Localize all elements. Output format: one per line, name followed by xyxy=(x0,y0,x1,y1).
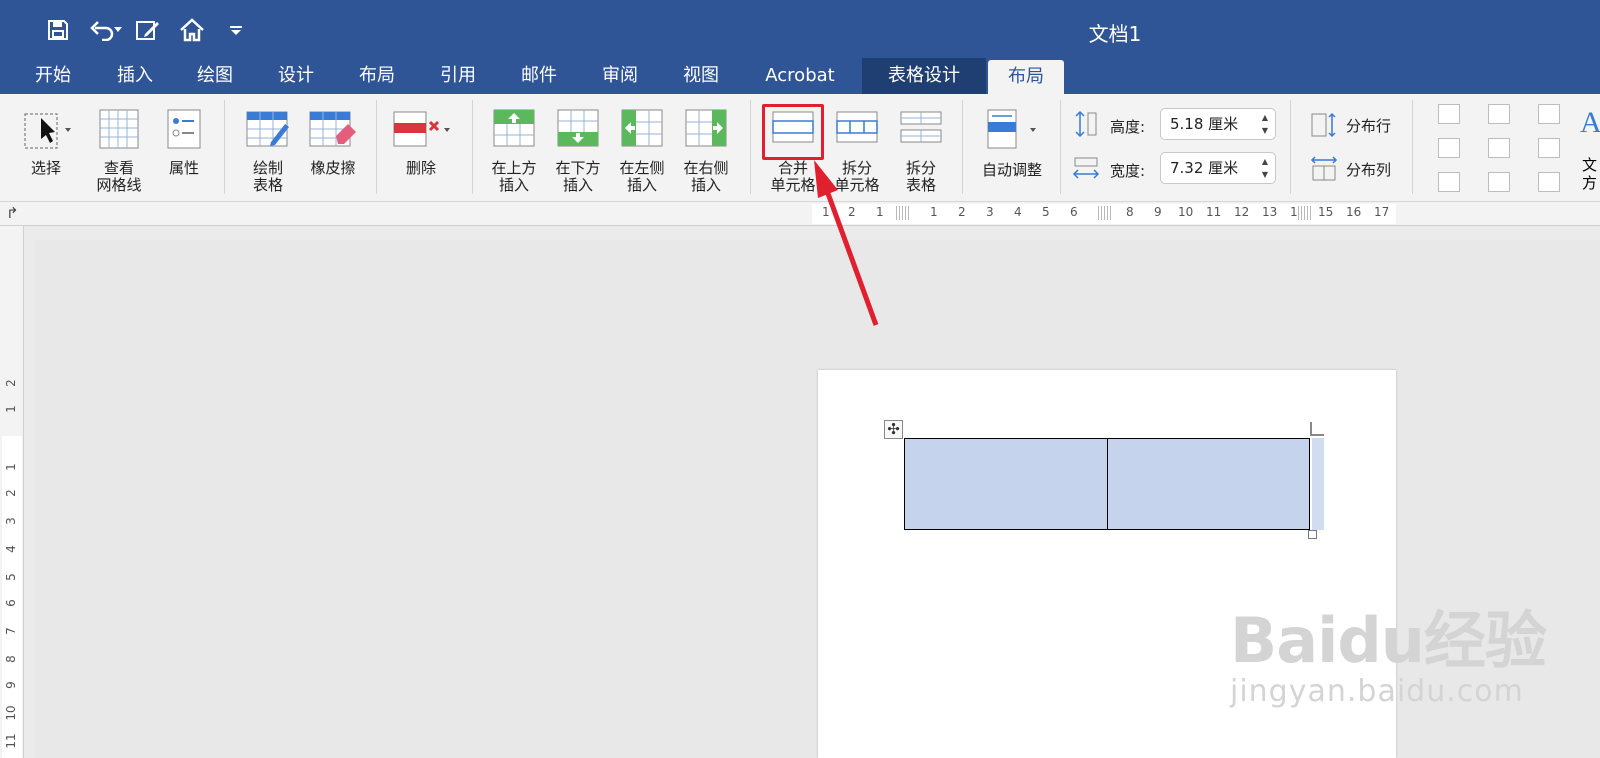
ribbon-tab-bar: 开始 插入 绘图 设计 布局 引用 邮件 审阅 视图 Acrobat 表格设计 … xyxy=(0,58,1600,94)
tab-insert[interactable]: 插入 xyxy=(104,58,166,94)
autofit-button[interactable]: 自动调整 xyxy=(968,94,1056,202)
table-move-handle-icon[interactable]: ✣ xyxy=(884,420,903,439)
tab-draw[interactable]: 绘图 xyxy=(184,58,246,94)
split-cells-icon xyxy=(835,110,879,148)
column-width-icon xyxy=(1072,156,1100,186)
document-table[interactable] xyxy=(904,438,1310,530)
ribbon-separator xyxy=(1290,100,1291,194)
align-middle-right-icon[interactable] xyxy=(1538,138,1560,158)
select-button[interactable]: 选择 xyxy=(14,94,78,202)
insert-column-right-icon xyxy=(684,108,728,152)
ribbon-separator xyxy=(224,100,225,194)
draw-table-button[interactable]: 绘制 表格 xyxy=(236,94,300,202)
distribute-columns-icon xyxy=(1310,156,1338,181)
width-label: 宽度: xyxy=(1110,162,1146,180)
align-middle-left-icon[interactable] xyxy=(1438,138,1460,158)
select-cursor-icon xyxy=(19,108,73,158)
tab-design[interactable]: 设计 xyxy=(265,58,327,94)
spinner-arrows-icon[interactable]: ▲ ▼ xyxy=(1259,155,1271,181)
split-table-icon xyxy=(899,110,943,148)
spinner-arrows-icon[interactable]: ▲ ▼ xyxy=(1259,111,1271,137)
insert-row-below-icon xyxy=(556,108,600,152)
horizontal-ruler[interactable]: ↱ 1 2 1 1 2 3 4 5 6 8 9 10 11 12 13 1 15… xyxy=(0,202,1600,226)
tab-references[interactable]: 引用 xyxy=(427,58,489,94)
title-bar: 文档1 xyxy=(0,0,1600,58)
row-end-selection xyxy=(1312,438,1324,530)
tab-acrobat[interactable]: Acrobat xyxy=(752,58,848,94)
tab-stop-selector-icon[interactable]: ↱ xyxy=(6,204,19,222)
draw-table-icon xyxy=(245,108,291,154)
gridlines-icon xyxy=(98,108,140,154)
delete-table-icon xyxy=(390,108,452,154)
insert-below-button[interactable]: 在下方 插入 xyxy=(546,94,610,202)
text-direction-icon[interactable]: A xyxy=(1580,106,1600,146)
split-table-button[interactable]: 拆分 表格 xyxy=(888,94,954,202)
text-direction-label[interactable]: 文 方 xyxy=(1582,156,1597,192)
eraser-icon xyxy=(308,108,358,154)
ribbon-separator xyxy=(1060,100,1061,194)
align-top-left-icon[interactable] xyxy=(1438,104,1460,124)
align-bottom-center-icon[interactable] xyxy=(1488,172,1510,192)
autofit-icon xyxy=(982,108,1042,154)
insert-right-button[interactable]: 在右侧 插入 xyxy=(674,94,738,202)
ribbon-separator xyxy=(962,100,963,194)
tab-layout[interactable]: 布局 xyxy=(346,58,408,94)
insert-above-button[interactable]: 在上方 插入 xyxy=(482,94,546,202)
align-middle-center-icon[interactable] xyxy=(1488,138,1510,158)
tab-table-design[interactable]: 表格设计 xyxy=(862,58,986,94)
distribute-rows-icon xyxy=(1311,112,1336,138)
align-bottom-left-icon[interactable] xyxy=(1438,172,1460,192)
properties-icon xyxy=(166,108,202,154)
table-cell-selected[interactable] xyxy=(1107,439,1309,529)
row-height-icon xyxy=(1074,110,1098,142)
align-top-right-icon[interactable] xyxy=(1538,104,1560,124)
distribute-rows-button[interactable]: 分布行 xyxy=(1310,112,1391,138)
ribbon-separator xyxy=(376,100,377,194)
merge-cells-highlight-box xyxy=(762,104,824,160)
split-cells-button[interactable]: 拆分 单元格 xyxy=(824,94,890,202)
tab-home[interactable]: 开始 xyxy=(22,58,84,94)
watermark-logo: Baidu经验 xyxy=(1230,604,1547,677)
ruler-margin-marker[interactable] xyxy=(1298,206,1312,220)
width-spinner[interactable]: 7.32 厘米 ▲ ▼ xyxy=(1160,152,1276,184)
table-cell-selected[interactable] xyxy=(905,439,1108,529)
tab-view[interactable]: 视图 xyxy=(670,58,732,94)
tab-mailings[interactable]: 邮件 xyxy=(508,58,570,94)
ruler-margin-marker[interactable] xyxy=(896,206,910,220)
insert-row-above-icon xyxy=(492,108,536,152)
view-gridlines-button[interactable]: 查看 网格线 xyxy=(84,94,154,202)
vertical-ruler[interactable]: 2 1 1 2 3 4 5 6 7 8 9 10 11 xyxy=(0,226,24,758)
ribbon-separator xyxy=(1412,100,1413,194)
align-top-center-icon[interactable] xyxy=(1488,104,1510,124)
insert-left-button[interactable]: 在左侧 插入 xyxy=(610,94,674,202)
tab-review[interactable]: 审阅 xyxy=(589,58,651,94)
table-end-marker xyxy=(1310,422,1324,436)
ruler-column-marker[interactable] xyxy=(1098,206,1112,220)
tab-table-layout[interactable]: 布局 xyxy=(988,60,1064,94)
ribbon-separator xyxy=(750,100,751,194)
properties-button[interactable]: 属性 xyxy=(156,94,212,202)
watermark-url: jingyan.baidu.com xyxy=(1230,674,1524,709)
delete-button[interactable]: 删除 xyxy=(386,94,456,202)
document-title: 文档1 xyxy=(1088,22,1142,46)
eraser-button[interactable]: 橡皮擦 xyxy=(300,94,366,202)
align-bottom-right-icon[interactable] xyxy=(1538,172,1560,192)
watermark: Baidu经验 jingyan.baidu.com xyxy=(1230,590,1547,709)
height-label: 高度: xyxy=(1110,118,1146,136)
ribbon-separator xyxy=(472,100,473,194)
table-resize-handle[interactable] xyxy=(1308,530,1317,539)
insert-column-left-icon xyxy=(620,108,664,152)
height-spinner[interactable]: 5.18 厘米 ▲ ▼ xyxy=(1160,108,1276,140)
distribute-columns-button[interactable]: 分布列 xyxy=(1310,156,1391,182)
